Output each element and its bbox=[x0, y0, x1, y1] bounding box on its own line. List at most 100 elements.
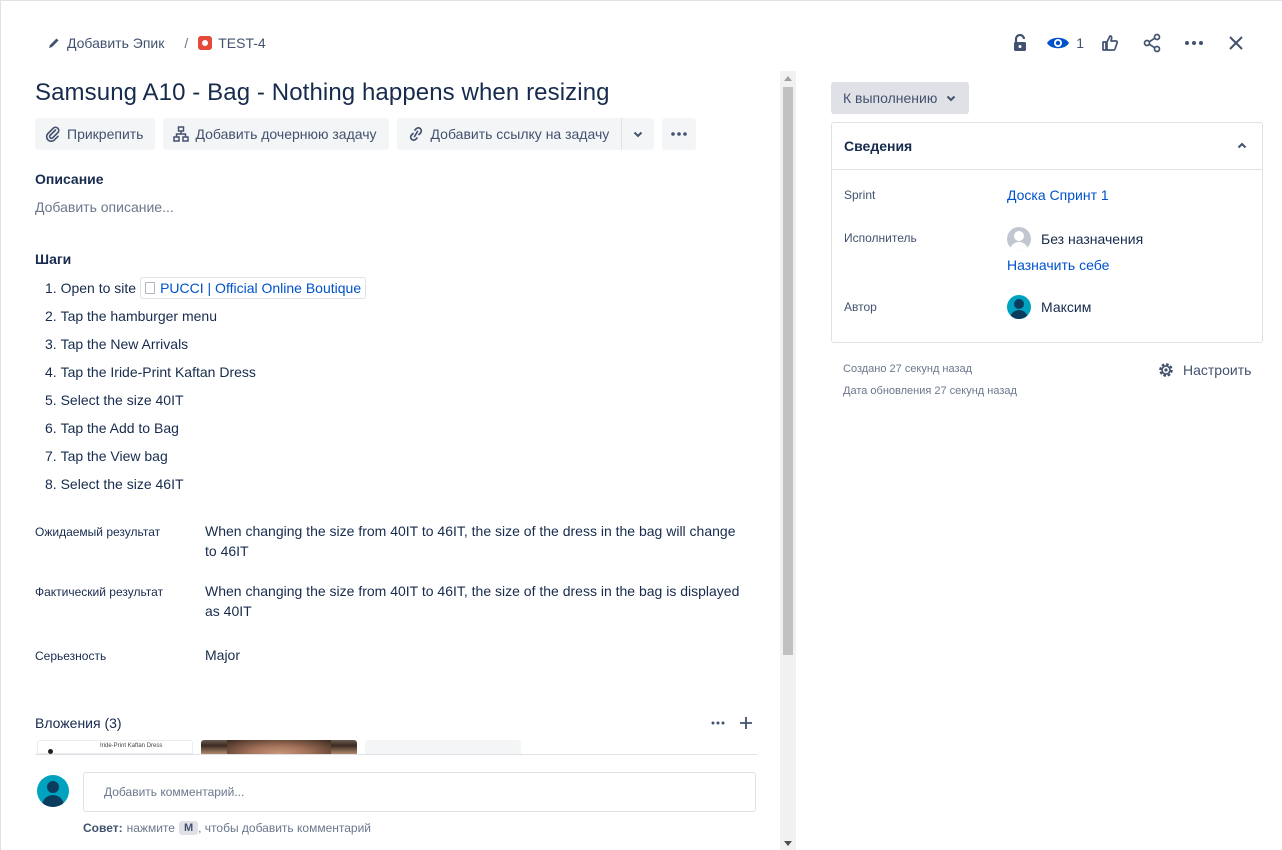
more-actions-button[interactable] bbox=[1178, 27, 1210, 59]
list-item: 6. Tap the Add to Bag bbox=[45, 414, 366, 442]
attachments-label: Вложения (3) bbox=[35, 715, 122, 731]
status-dropdown[interactable]: К выполнению bbox=[831, 82, 970, 114]
gear-icon bbox=[1159, 363, 1173, 377]
chevron-down-icon bbox=[947, 95, 956, 102]
details-header[interactable]: Сведения bbox=[832, 123, 1262, 170]
assign-to-me-link[interactable]: Назначить себе bbox=[1007, 257, 1143, 273]
reporter-label: Автор bbox=[844, 300, 877, 314]
pencil-icon bbox=[49, 38, 59, 48]
add-issue-link-button[interactable]: Добавить ссылку на задачу bbox=[396, 118, 622, 150]
issue-action-bar: Прикрепить Добавить дочернюю задачу Доба… bbox=[35, 118, 697, 150]
scrollbar[interactable] bbox=[780, 71, 796, 850]
sprint-label: Sprint bbox=[844, 188, 876, 202]
step-text: Tap the New Arrivals bbox=[60, 336, 189, 352]
attachment-thumbnail[interactable]: Iride-Print Kaftan Dress bbox=[37, 740, 193, 754]
close-button[interactable] bbox=[1220, 27, 1252, 59]
step-text: Select the size 46IT bbox=[60, 476, 184, 492]
avatar bbox=[1007, 295, 1031, 319]
issue-modal: Добавить Эпик / TEST-4 1 Samsung A10 - B… bbox=[0, 0, 1282, 850]
eye-icon bbox=[1047, 37, 1070, 49]
paperclip-icon bbox=[45, 126, 60, 142]
attachments-thumbnails: Iride-Print Kaftan Dress bbox=[37, 740, 521, 754]
add-epic-link[interactable]: Добавить Эпик bbox=[47, 35, 164, 51]
description-label: Описание bbox=[35, 171, 104, 187]
severity-value[interactable]: Major bbox=[205, 645, 745, 665]
bug-icon bbox=[198, 36, 213, 50]
breadcrumb: Добавить Эпик / TEST-4 bbox=[47, 29, 266, 57]
expected-result-field: Ожидаемый результат When changing the si… bbox=[35, 521, 755, 561]
vote-button[interactable] bbox=[1094, 27, 1126, 59]
plus-icon[interactable] bbox=[739, 716, 753, 730]
favicon-icon bbox=[145, 282, 156, 294]
issue-title[interactable]: Samsung A10 - Bag - Nothing happens when… bbox=[35, 79, 610, 107]
list-item: 4. Tap the Iride-Print Kaftan Dress bbox=[45, 358, 366, 386]
watch-button[interactable]: 1 bbox=[1046, 35, 1084, 51]
step-text: Open to site bbox=[60, 280, 137, 296]
smart-link[interactable]: PUCCI | Official Online Boutique bbox=[140, 277, 367, 299]
list-item: 1. Open to site PUCCI | Official Online … bbox=[45, 274, 367, 302]
reporter-name: Максим bbox=[1041, 299, 1092, 315]
scrollbar-thumb[interactable] bbox=[783, 87, 793, 655]
attachments-tools bbox=[711, 716, 753, 730]
lock-icon bbox=[1014, 33, 1027, 51]
status-label: К выполнению bbox=[843, 90, 938, 106]
attachment-thumbnail[interactable] bbox=[365, 740, 521, 754]
attach-button[interactable]: Прикрепить bbox=[35, 118, 156, 150]
step-text: Select the size 40IT bbox=[60, 392, 184, 408]
assignee-picker[interactable]: Без назначения bbox=[1007, 227, 1143, 251]
link-icon bbox=[409, 127, 422, 141]
details-panel: Сведения Sprint Доска Спринт 1 Исполните… bbox=[831, 122, 1263, 343]
add-link-dropdown-button[interactable] bbox=[621, 118, 655, 150]
scroll-down-icon[interactable] bbox=[784, 841, 792, 846]
avatar bbox=[1007, 227, 1031, 251]
step-text: Tap the Iride-Print Kaftan Dress bbox=[60, 364, 256, 380]
hierarchy-icon bbox=[173, 126, 190, 142]
thumbnail-caption: Iride-Print Kaftan Dress bbox=[100, 743, 163, 749]
watchers-count: 1 bbox=[1076, 35, 1084, 51]
comment-placeholder: Добавить комментарий... bbox=[104, 785, 245, 799]
list-item: 8. Select the size 46IT bbox=[45, 470, 366, 498]
ellipsis-icon[interactable] bbox=[711, 721, 725, 725]
expected-result-label: Ожидаемый результат bbox=[35, 525, 161, 539]
issue-key-link[interactable]: TEST-4 bbox=[198, 35, 266, 51]
details-title: Сведения bbox=[844, 138, 913, 154]
updated-timestamp: Дата обновления 27 секунд назад bbox=[843, 385, 1017, 397]
add-child-issue-button[interactable]: Добавить дочернюю задачу bbox=[163, 118, 389, 150]
step-number: 2. bbox=[45, 308, 57, 324]
add-child-label: Добавить дочернюю задачу bbox=[195, 126, 377, 142]
configure-label: Настроить bbox=[1183, 362, 1252, 378]
share-button[interactable] bbox=[1136, 27, 1168, 59]
attachment-thumbnail[interactable] bbox=[201, 740, 357, 754]
assignee-label: Исполнитель bbox=[844, 231, 917, 245]
step-number: 6. bbox=[45, 420, 57, 436]
reporter-picker[interactable]: Максим bbox=[1007, 295, 1091, 319]
description-placeholder[interactable]: Добавить описание... bbox=[35, 199, 174, 215]
step-text: Tap the View bag bbox=[60, 448, 168, 464]
smart-link-label: PUCCI | Official Online Boutique bbox=[160, 280, 362, 296]
tip-text-suffix: , чтобы добавить комментарий bbox=[198, 821, 371, 835]
more-issue-actions-button[interactable] bbox=[662, 118, 697, 150]
step-text: Tap the Add to Bag bbox=[60, 420, 179, 436]
lock-button[interactable] bbox=[1004, 27, 1036, 59]
step-number: 7. bbox=[45, 448, 57, 464]
configure-button[interactable]: Настроить bbox=[1157, 361, 1251, 379]
sprint-link[interactable]: Доска Спринт 1 bbox=[1007, 187, 1109, 203]
comment-tip: Совет: нажмите M , чтобы добавить коммен… bbox=[83, 821, 371, 835]
ellipsis-icon bbox=[1185, 41, 1203, 45]
actual-result-field: Фактический результат When changing the … bbox=[35, 581, 755, 621]
add-epic-label: Добавить Эпик bbox=[67, 35, 165, 51]
thumbs-up-icon bbox=[1102, 35, 1119, 51]
step-number: 8. bbox=[45, 476, 57, 492]
expected-result-value[interactable]: When changing the size from 40IT to 46IT… bbox=[205, 521, 745, 561]
avatar bbox=[37, 775, 69, 807]
step-text: Tap the hamburger menu bbox=[60, 308, 218, 324]
comment-input[interactable]: Добавить комментарий... bbox=[83, 772, 756, 812]
assignee-value: Без назначения Назначить себе bbox=[1007, 227, 1143, 273]
actual-result-value[interactable]: When changing the size from 40IT to 46IT… bbox=[205, 581, 745, 621]
steps-list: 1. Open to site PUCCI | Official Online … bbox=[45, 274, 367, 498]
header-actions: 1 bbox=[994, 27, 1252, 59]
steps-label: Шаги bbox=[35, 251, 72, 267]
add-link-label: Добавить ссылку на задачу bbox=[430, 126, 610, 142]
scroll-up-icon[interactable] bbox=[784, 76, 792, 81]
created-timestamp: Создано 27 секунд назад bbox=[843, 363, 973, 375]
